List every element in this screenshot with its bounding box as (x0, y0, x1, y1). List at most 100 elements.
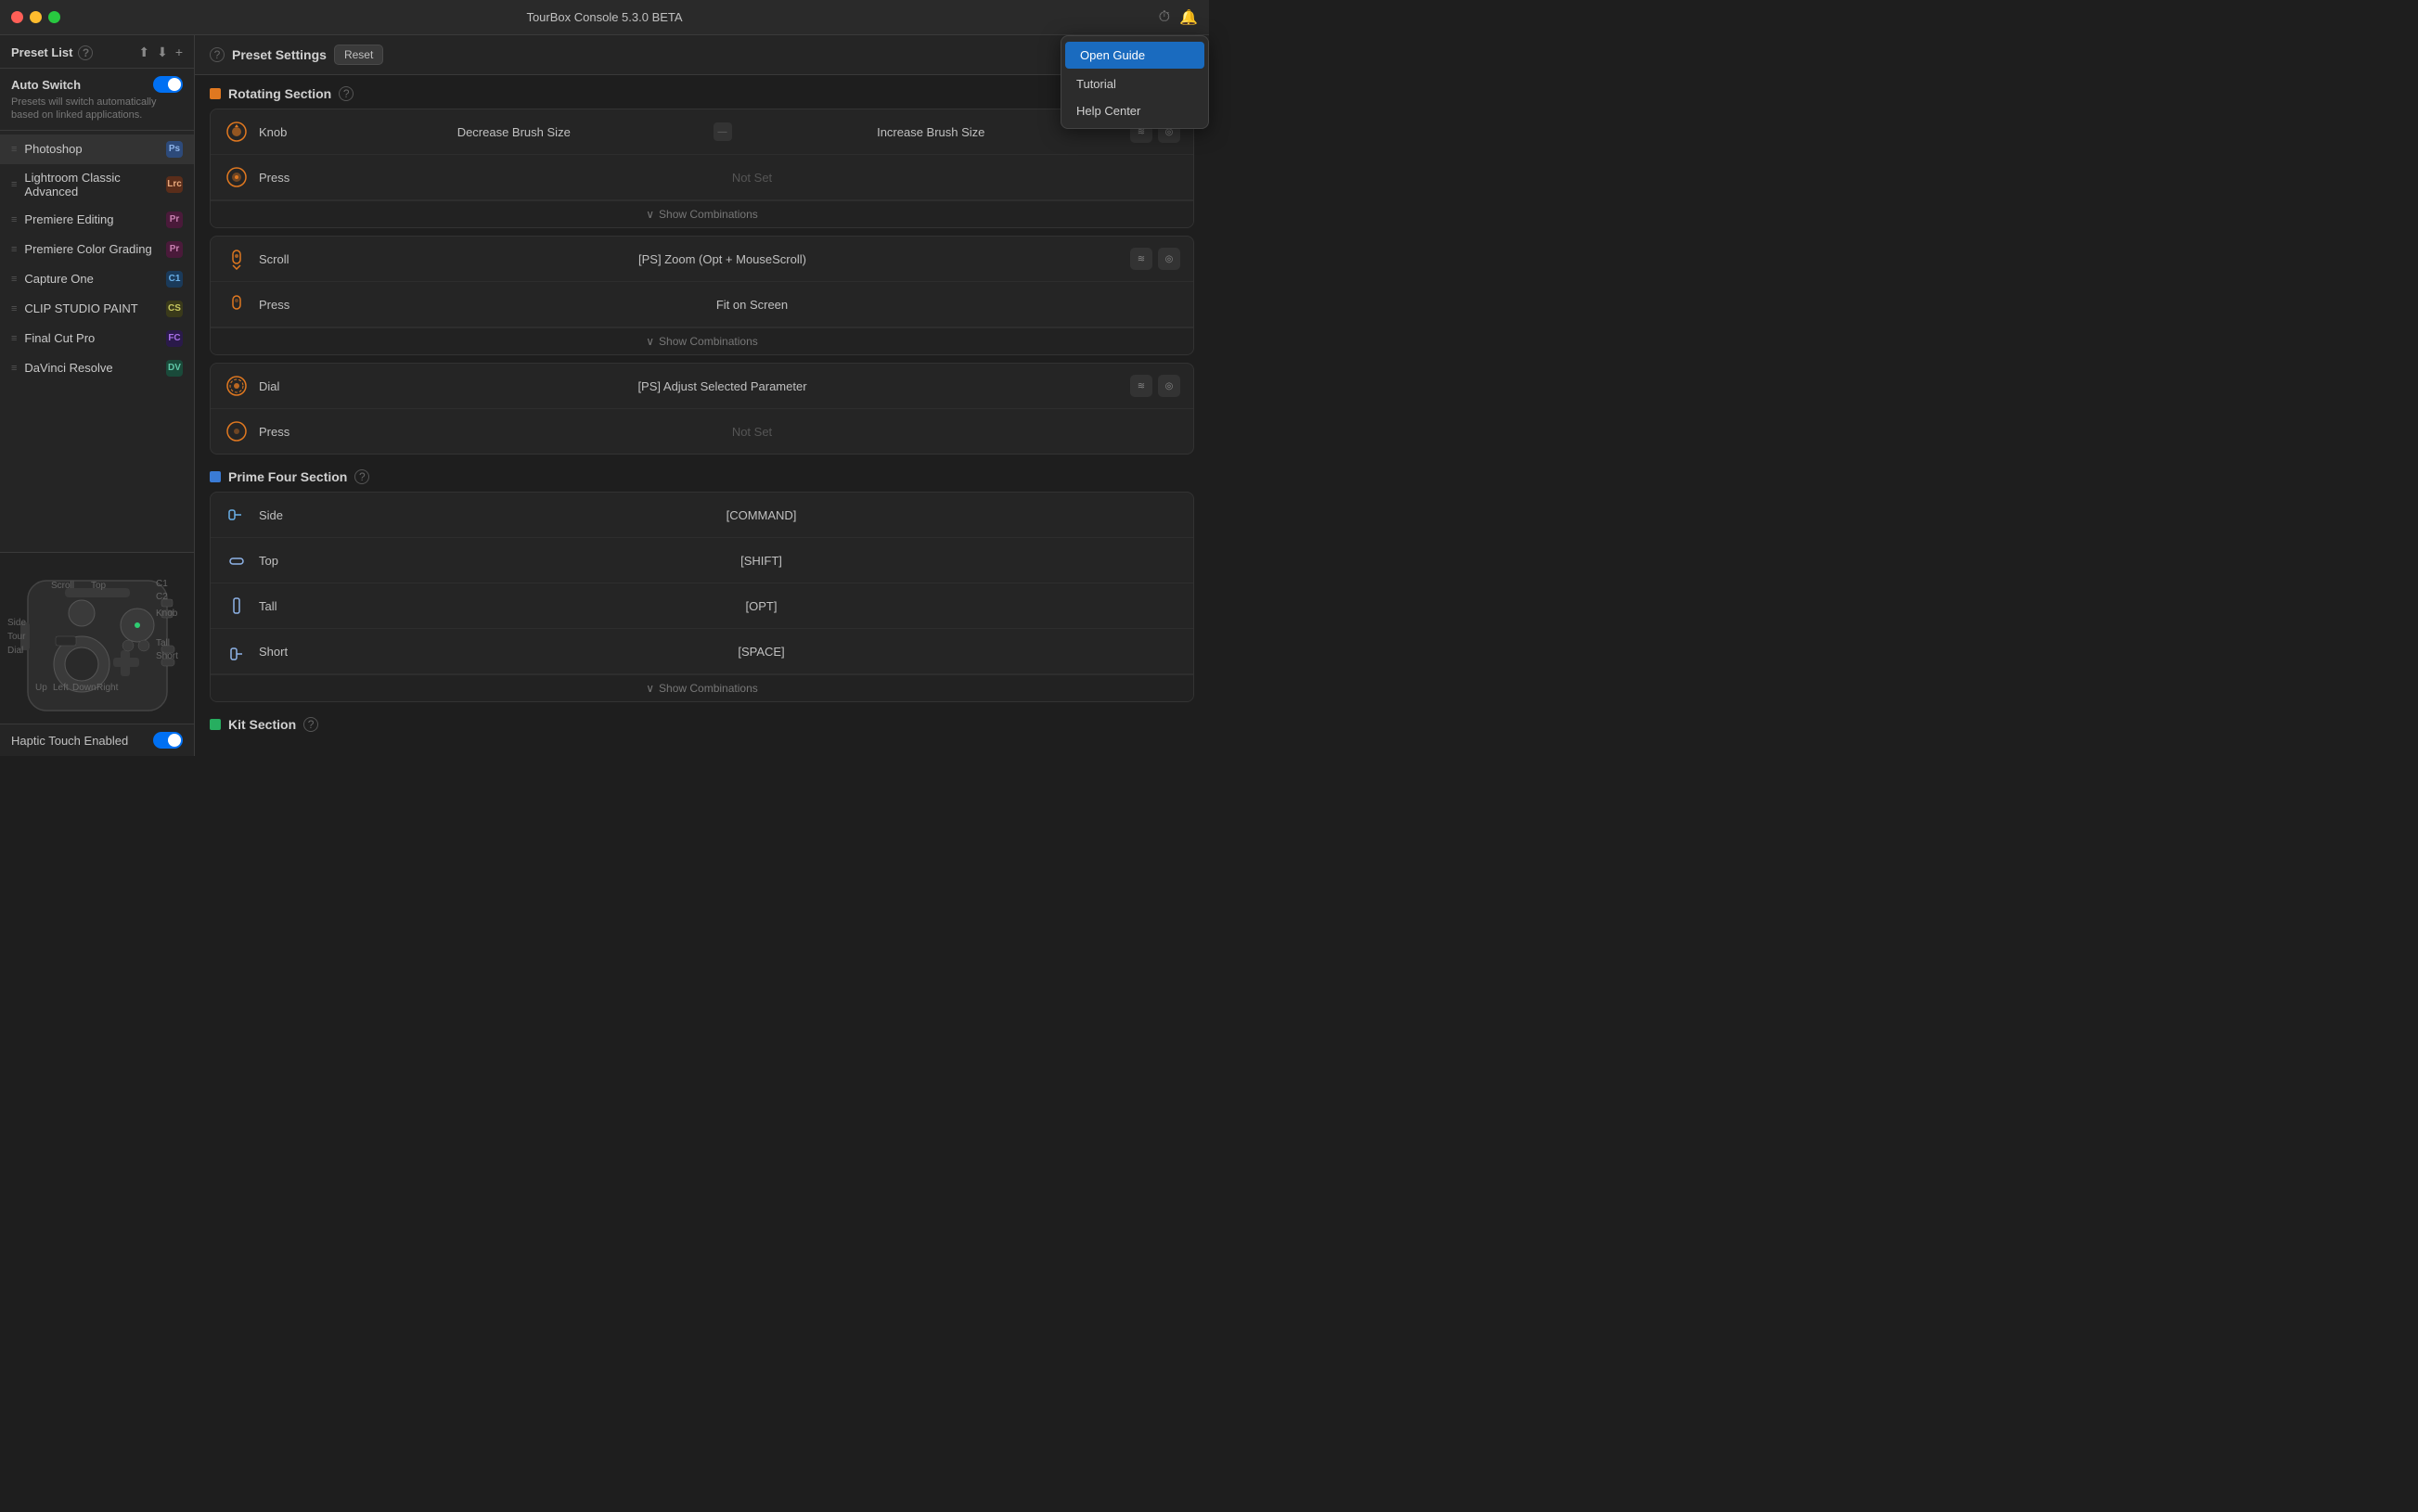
knob-card: Knob Decrease Brush Size — Increase Brus… (210, 109, 1194, 228)
scroll-press-action: Fit on Screen (324, 298, 1180, 312)
auto-switch-toggle[interactable] (153, 76, 183, 93)
drag-handle-icon: ≡ (11, 363, 17, 374)
reset-button[interactable]: Reset (334, 45, 383, 65)
knob-icon (224, 119, 250, 145)
scroll-name: Scroll (259, 252, 315, 266)
preset-item-clip-studio[interactable]: ≡ CLIP STUDIO PAINT CS (0, 294, 194, 324)
label-dial: Dial (7, 646, 23, 656)
top-row: Top [SHIFT] (211, 538, 1193, 583)
drag-handle-icon: ≡ (11, 214, 17, 225)
drag-handle-icon: ≡ (11, 303, 17, 314)
preset-badge-co: C1 (166, 271, 183, 288)
import-icon[interactable]: ⬇ (157, 45, 168, 60)
preset-name: Premiere Color Grading (24, 242, 151, 256)
add-preset-icon[interactable]: + (175, 45, 183, 60)
preset-name: Lightroom Classic Advanced (24, 171, 159, 199)
preset-name: Final Cut Pro (24, 331, 95, 345)
top-action: [SHIFT] (342, 554, 1180, 568)
side-row: Side [COMMAND] (211, 493, 1193, 538)
chevron-down-icon: ∨ (646, 335, 654, 348)
show-combinations-label: Show Combinations (659, 335, 758, 348)
auto-switch-row: Auto Switch Presets will switch automati… (0, 69, 194, 131)
preset-item-premiere-color[interactable]: ≡ Premiere Color Grading Pr (0, 235, 194, 264)
preset-item-davinci[interactable]: ≡ DaVinci Resolve DV (0, 353, 194, 383)
close-button[interactable] (11, 11, 23, 23)
scroll-tool-circle[interactable]: ◎ (1158, 248, 1180, 270)
haptic-toggle[interactable] (153, 732, 183, 749)
drag-handle-icon: ≡ (11, 179, 17, 190)
chevron-down-icon: ∨ (646, 682, 654, 695)
rotating-section-indicator (210, 88, 221, 99)
rotating-section-header: Rotating Section ? (210, 86, 1194, 101)
preset-item-final-cut[interactable]: ≡ Final Cut Pro FC (0, 324, 194, 353)
prime-four-section-header: Prime Four Section ? (210, 469, 1194, 484)
preset-list-help-icon[interactable]: ? (78, 45, 93, 60)
main-content: ? Preset Settings Reset ? HUD Rotating S… (195, 35, 1209, 756)
preset-list-actions: ⬆ ⬇ + (138, 45, 183, 60)
dial-tool-circle[interactable]: ◎ (1158, 375, 1180, 397)
label-tall: Tall (156, 638, 170, 648)
short-name: Short (259, 645, 333, 659)
bell-icon[interactable]: 🔔 (1179, 8, 1198, 27)
menu-tutorial[interactable]: Tutorial (1061, 70, 1208, 97)
dial-press-action: Not Set (324, 425, 1180, 439)
sidebar: Preset List ? ⬆ ⬇ + Auto Switch Presets … (0, 35, 195, 756)
timer-icon[interactable]: ⏱ (1159, 9, 1170, 26)
short-row: Short [SPACE] (211, 629, 1193, 674)
prime-four-card: Side [COMMAND] Top [SHIFT] (210, 492, 1194, 702)
tall-action: [OPT] (342, 599, 1180, 613)
sections-scroll: Rotating Section ? Knob (195, 75, 1209, 756)
scroll-row: Scroll [PS] Zoom (Opt + MouseScroll) ≋ ◎ (211, 237, 1193, 282)
preset-settings-header: ? Preset Settings Reset ? HUD (195, 35, 1209, 75)
preset-badge-pr: Pr (166, 211, 183, 228)
kit-section-help[interactable]: ? (303, 717, 318, 732)
haptic-row: Haptic Touch Enabled (0, 724, 194, 756)
dial-tool-wave[interactable]: ≋ (1130, 375, 1152, 397)
prime-show-combinations[interactable]: ∨ Show Combinations (211, 674, 1193, 701)
preset-list: ≡ Photoshop Ps ≡ Lightroom Classic Advan… (0, 131, 194, 552)
dial-action: [PS] Adjust Selected Parameter (324, 379, 1121, 393)
scroll-show-combinations[interactable]: ∨ Show Combinations (211, 327, 1193, 354)
dial-row: Dial [PS] Adjust Selected Parameter ≋ ◎ (211, 364, 1193, 409)
tall-icon (224, 593, 250, 619)
show-combinations-label: Show Combinations (659, 208, 758, 221)
preset-list-title-area: Preset List ? (11, 45, 93, 60)
menu-help-center[interactable]: Help Center (1061, 97, 1208, 124)
label-down: Down (72, 683, 96, 693)
prime-four-help[interactable]: ? (354, 469, 369, 484)
menu-open-guide[interactable]: Open Guide (1065, 42, 1204, 69)
preset-item-premiere-editing[interactable]: ≡ Premiere Editing Pr (0, 205, 194, 235)
label-up: Up (35, 683, 47, 693)
auto-switch-label-row: Auto Switch (11, 76, 183, 93)
dial-press-icon (224, 418, 250, 444)
preset-item-capture-one[interactable]: ≡ Capture One C1 (0, 264, 194, 294)
rotating-section-title: Rotating Section (228, 86, 331, 101)
preset-badge-fcp: FC (166, 330, 183, 347)
label-left: Left (53, 683, 69, 693)
top-icon (224, 547, 250, 573)
preset-item-photoshop[interactable]: ≡ Photoshop Ps (0, 135, 194, 164)
minimize-button[interactable] (30, 11, 42, 23)
preset-name: Capture One (24, 272, 93, 286)
scroll-tool-wave[interactable]: ≋ (1130, 248, 1152, 270)
knob-name: Knob (259, 125, 315, 139)
knob-press-action: Not Set (324, 171, 1180, 185)
preset-badge-lrc: Lrc (166, 176, 183, 193)
preset-item-lightroom[interactable]: ≡ Lightroom Classic Advanced Lrc (0, 164, 194, 205)
rotating-section-help[interactable]: ? (339, 86, 354, 101)
titlebar-right-icons: ⏱ 🔔 (1159, 8, 1198, 27)
label-top: Top (91, 581, 106, 591)
preset-settings-help-icon[interactable]: ? (210, 47, 225, 62)
knob-show-combinations[interactable]: ∨ Show Combinations (211, 200, 1193, 227)
preset-name: DaVinci Resolve (24, 361, 112, 375)
sidebar-header: Preset List ? ⬆ ⬇ + (0, 35, 194, 69)
chevron-down-icon: ∨ (646, 208, 654, 221)
scroll-press-icon (224, 291, 250, 317)
knob-press-row: Press Not Set (211, 155, 1193, 200)
window-controls (11, 11, 60, 23)
scroll-icon (224, 246, 250, 272)
maximize-button[interactable] (48, 11, 60, 23)
short-icon (224, 638, 250, 664)
export-icon[interactable]: ⬆ (138, 45, 149, 60)
prime-four-section-block: Prime Four Section ? Side [COMMAND] (210, 469, 1194, 702)
